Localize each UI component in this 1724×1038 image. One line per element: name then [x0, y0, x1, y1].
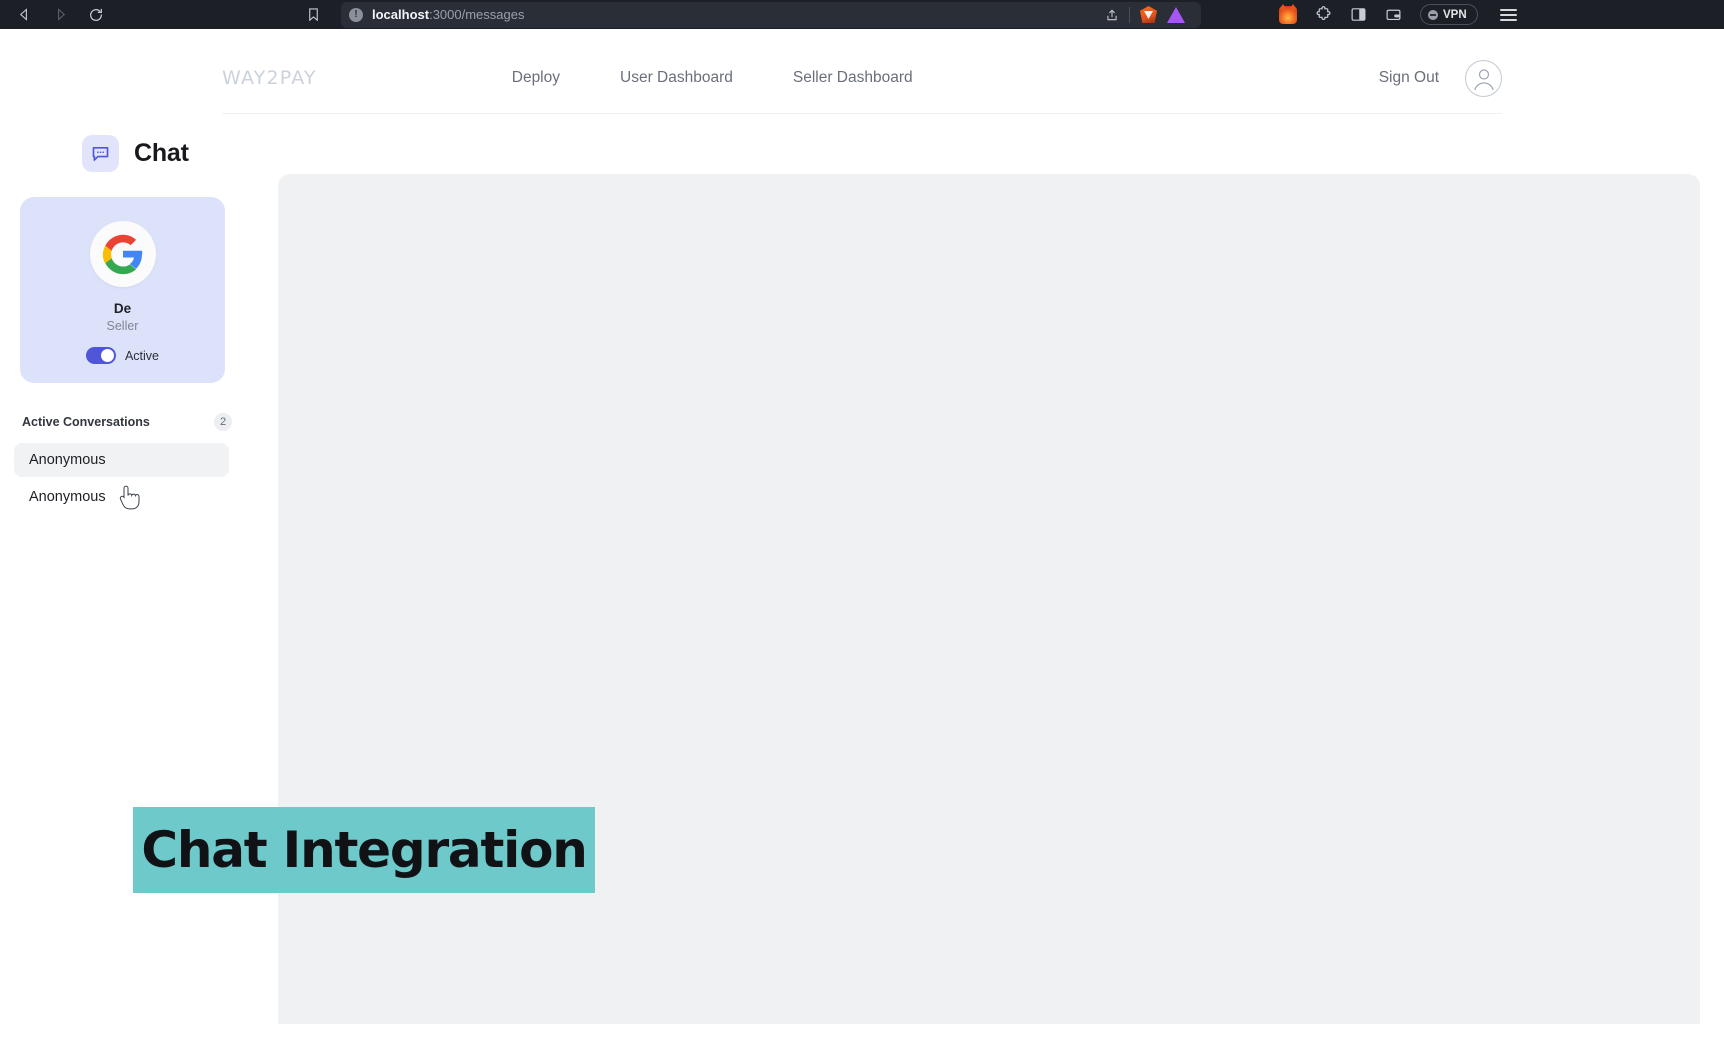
- conversation-item-1[interactable]: Anonymous: [14, 443, 229, 477]
- bookmark-icon[interactable]: [306, 7, 321, 22]
- hamburger-menu-icon[interactable]: [1499, 8, 1517, 21]
- triangle-extension-icon[interactable]: [1167, 6, 1185, 23]
- browser-nav-buttons: [14, 5, 106, 25]
- reload-icon[interactable]: [86, 5, 106, 25]
- address-bar[interactable]: ! localhost:3000/messages: [341, 1, 1201, 28]
- sidebar-panel-icon[interactable]: [1350, 6, 1367, 23]
- url-path: :3000/messages: [429, 7, 525, 22]
- brave-lion-icon[interactable]: [1140, 6, 1157, 23]
- site-header: WAY2PAY Deploy User Dashboard Seller Das…: [222, 47, 1502, 109]
- conversation-count-badge: 2: [214, 413, 232, 431]
- profile-role: Seller: [106, 319, 139, 333]
- metamask-fox-icon[interactable]: [1279, 3, 1297, 24]
- main-navigation: Deploy User Dashboard Seller Dashboard: [512, 69, 913, 87]
- nav-link-deploy[interactable]: Deploy: [512, 69, 560, 87]
- sign-out-button[interactable]: Sign Out: [1379, 69, 1439, 87]
- header-divider: [222, 113, 1502, 114]
- status-toggle-row: Active: [85, 347, 160, 364]
- chat-sidebar: Chat De Seller Active Active Conversatio…: [0, 129, 278, 514]
- vpn-label: VPN: [1443, 8, 1467, 21]
- site-info-icon[interactable]: !: [349, 7, 363, 22]
- user-avatar-icon[interactable]: [1465, 59, 1502, 97]
- nav-link-seller-dashboard[interactable]: Seller Dashboard: [793, 69, 913, 87]
- share-icon[interactable]: [1105, 8, 1119, 22]
- active-conversations-label: Active Conversations: [22, 415, 150, 429]
- header-right-actions: Sign Out: [1379, 59, 1502, 97]
- forward-arrow-icon[interactable]: [50, 5, 70, 25]
- browser-toolbar: ! localhost:3000/messages VPN: [0, 0, 1724, 29]
- toolbar-divider: [1129, 6, 1130, 23]
- chat-header: Chat: [0, 129, 278, 177]
- puzzle-piece-icon[interactable]: [1315, 6, 1332, 23]
- vpn-button[interactable]: VPN: [1420, 4, 1478, 25]
- url-text: localhost:3000/messages: [372, 7, 524, 22]
- active-status-toggle[interactable]: [85, 347, 116, 364]
- back-arrow-icon[interactable]: [14, 5, 34, 25]
- seller-profile-card: De Seller Active: [20, 197, 225, 383]
- profile-name: De: [113, 301, 132, 316]
- conversation-list: Anonymous Anonymous: [0, 443, 278, 514]
- chat-integration-banner-text: Chat Integration: [141, 821, 588, 879]
- conversation-item-2[interactable]: Anonymous: [14, 480, 229, 514]
- google-g-icon: [89, 221, 156, 287]
- chat-bubble-icon: [82, 134, 119, 172]
- page-title: Chat: [134, 138, 189, 167]
- extension-icons: VPN: [1279, 3, 1531, 25]
- active-status-label: Active: [124, 348, 160, 363]
- active-conversations-header: Active Conversations 2: [22, 413, 232, 431]
- wallet-icon[interactable]: [1385, 6, 1402, 23]
- vpn-status-icon: [1428, 9, 1438, 20]
- url-host: localhost: [372, 7, 430, 22]
- conversation-panel: [278, 174, 1700, 1024]
- chat-integration-banner: Chat Integration: [133, 807, 595, 893]
- page-body: WAY2PAY Deploy User Dashboard Seller Das…: [0, 29, 1724, 1038]
- brand-logo[interactable]: WAY2PAY: [222, 67, 317, 89]
- nav-link-user-dashboard[interactable]: User Dashboard: [620, 69, 733, 87]
